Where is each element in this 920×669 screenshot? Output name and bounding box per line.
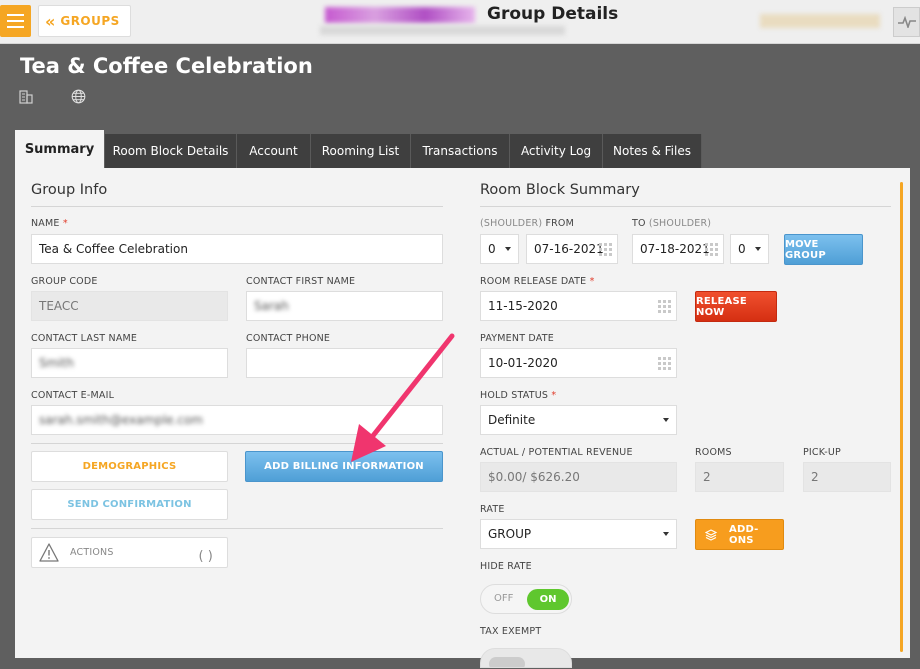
demographics-button[interactable]: DEMOGRAPHICS (31, 451, 228, 482)
contact-email-field[interactable]: sarah.smith@example.com (31, 405, 443, 435)
top-bar: « GROUPS Group Details (0, 0, 920, 44)
blurred-subtitle (320, 26, 565, 35)
add-ons-label: ADD-ONS (729, 523, 759, 546)
rate-value: GROUP (488, 527, 532, 541)
toggle-on-knob: ON (527, 589, 569, 610)
send-confirmation-button[interactable]: SEND CONFIRMATION (31, 489, 228, 520)
to-label: TO (SHOULDER) (632, 218, 712, 229)
back-to-groups-button[interactable]: « GROUPS (38, 5, 131, 37)
add-billing-information-button[interactable]: ADD BILLING INFORMATION (245, 451, 443, 482)
room-release-date-field[interactable]: 11-15-2020 (480, 291, 677, 321)
name-label: NAME * (31, 218, 68, 229)
toggle-off-label: OFF (494, 593, 514, 604)
rate-label: RATE (480, 504, 505, 515)
payment-date-value: 10-01-2020 (488, 356, 558, 370)
blurred-property-name (325, 7, 475, 23)
contact-first-name-label: CONTACT FIRST NAME (246, 276, 356, 287)
caret-down-icon (505, 247, 511, 251)
pickup-label: PICK-UP (803, 447, 841, 458)
double-chevron-left-icon: « (45, 11, 55, 31)
pickup-field: 2 (803, 462, 891, 492)
caret-down-icon (663, 418, 669, 422)
from-date-value: 07-16-2021 (534, 242, 604, 256)
tab-rooming-list[interactable]: Rooming List (311, 134, 411, 168)
scrollbar[interactable] (900, 182, 903, 652)
tab-account[interactable]: Account (237, 134, 311, 168)
blurred-user-name (760, 14, 880, 28)
contact-first-name-value: Sarah (254, 299, 289, 313)
contact-email-value: sarah.smith@example.com (39, 413, 203, 427)
payment-date-field[interactable]: 10-01-2020 (480, 348, 677, 378)
contact-email-label: CONTACT E-MAIL (31, 390, 115, 401)
group-info-divider-3 (31, 528, 443, 529)
calendar-icon[interactable] (599, 243, 612, 256)
tab-transactions[interactable]: Transactions (411, 134, 510, 168)
building-icon[interactable] (19, 89, 34, 104)
to-date-value: 07-18-2021 (640, 242, 710, 256)
contact-first-name-field[interactable]: Sarah (246, 291, 443, 321)
hamburger-menu-icon[interactable] (0, 5, 31, 37)
actions-button[interactable]: ACTIONS (0) (31, 537, 228, 568)
hold-status-value: Definite (488, 413, 536, 427)
hold-status-label: HOLD STATUS * (480, 390, 557, 401)
hold-status-select[interactable]: Definite (480, 405, 677, 435)
calendar-icon[interactable] (658, 300, 671, 313)
activity-pulse-icon[interactable] (893, 7, 920, 37)
group-code-label: GROUP CODE (31, 276, 98, 287)
groups-button-label: GROUPS (60, 14, 120, 28)
room-release-date-value: 11-15-2020 (488, 299, 558, 313)
page-heading: Group Details (487, 4, 619, 24)
room-release-date-label: ROOM RELEASE DATE * (480, 276, 595, 287)
calendar-icon[interactable] (705, 243, 718, 256)
room-block-summary-title: Room Block Summary (480, 182, 640, 198)
caret-down-icon (663, 532, 669, 536)
hide-rate-toggle[interactable]: OFF ON (480, 584, 572, 614)
caret-down-icon (755, 247, 761, 251)
from-date-field[interactable]: 07-16-2021 (526, 234, 618, 264)
move-group-button[interactable]: MOVE GROUP (784, 234, 863, 265)
group-code-field: TEACC (31, 291, 228, 321)
contact-phone-label: CONTACT PHONE (246, 333, 331, 344)
tax-exempt-label: TAX EXEMPT (480, 626, 542, 637)
warning-icon (39, 542, 61, 563)
contact-last-name-label: CONTACT LAST NAME (31, 333, 138, 344)
to-shoulder-select[interactable]: 0 (730, 234, 769, 264)
group-info-divider-2 (31, 443, 443, 444)
revenue-field: $0.00/ $626.20 (480, 462, 677, 492)
layers-icon (704, 528, 718, 541)
payment-date-label: PAYMENT DATE (480, 333, 554, 344)
tab-summary[interactable]: Summary (15, 130, 104, 168)
tax-exempt-toggle[interactable] (480, 648, 572, 668)
from-label: (SHOULDER) FROM (480, 218, 575, 229)
group-info-title: Group Info (31, 182, 108, 198)
group-info-divider (31, 206, 443, 207)
add-ons-button[interactable]: ADD-ONS (695, 519, 784, 550)
tab-room-block-details[interactable]: Room Block Details (105, 134, 237, 168)
name-field[interactable]: Tea & Coffee Celebration (31, 234, 443, 264)
tab-activity-log[interactable]: Activity Log (510, 134, 603, 168)
contact-phone-field[interactable] (246, 348, 443, 378)
rooms-label: ROOMS (695, 447, 732, 458)
to-shoulder-value: 0 (738, 242, 746, 256)
room-block-divider (480, 206, 891, 207)
globe-icon[interactable] (71, 89, 86, 104)
actions-label: ACTIONS (70, 547, 114, 558)
rooms-field: 2 (695, 462, 784, 492)
tab-notes-files[interactable]: Notes & Files (603, 134, 702, 168)
group-title: Tea & Coffee Celebration (20, 54, 313, 78)
from-shoulder-value: 0 (488, 242, 496, 256)
to-date-field[interactable]: 07-18-2021 (632, 234, 724, 264)
from-shoulder-select[interactable]: 0 (480, 234, 519, 264)
rate-select[interactable]: GROUP (480, 519, 677, 549)
hide-rate-label: HIDE RATE (480, 561, 532, 572)
calendar-icon[interactable] (658, 357, 671, 370)
contact-last-name-field[interactable]: Smith (31, 348, 228, 378)
release-now-button[interactable]: RELEASE NOW (695, 291, 777, 322)
contact-last-name-value: Smith (39, 356, 74, 370)
revenue-label: ACTUAL / POTENTIAL REVENUE (480, 447, 633, 458)
actions-count: (0) (198, 549, 213, 564)
